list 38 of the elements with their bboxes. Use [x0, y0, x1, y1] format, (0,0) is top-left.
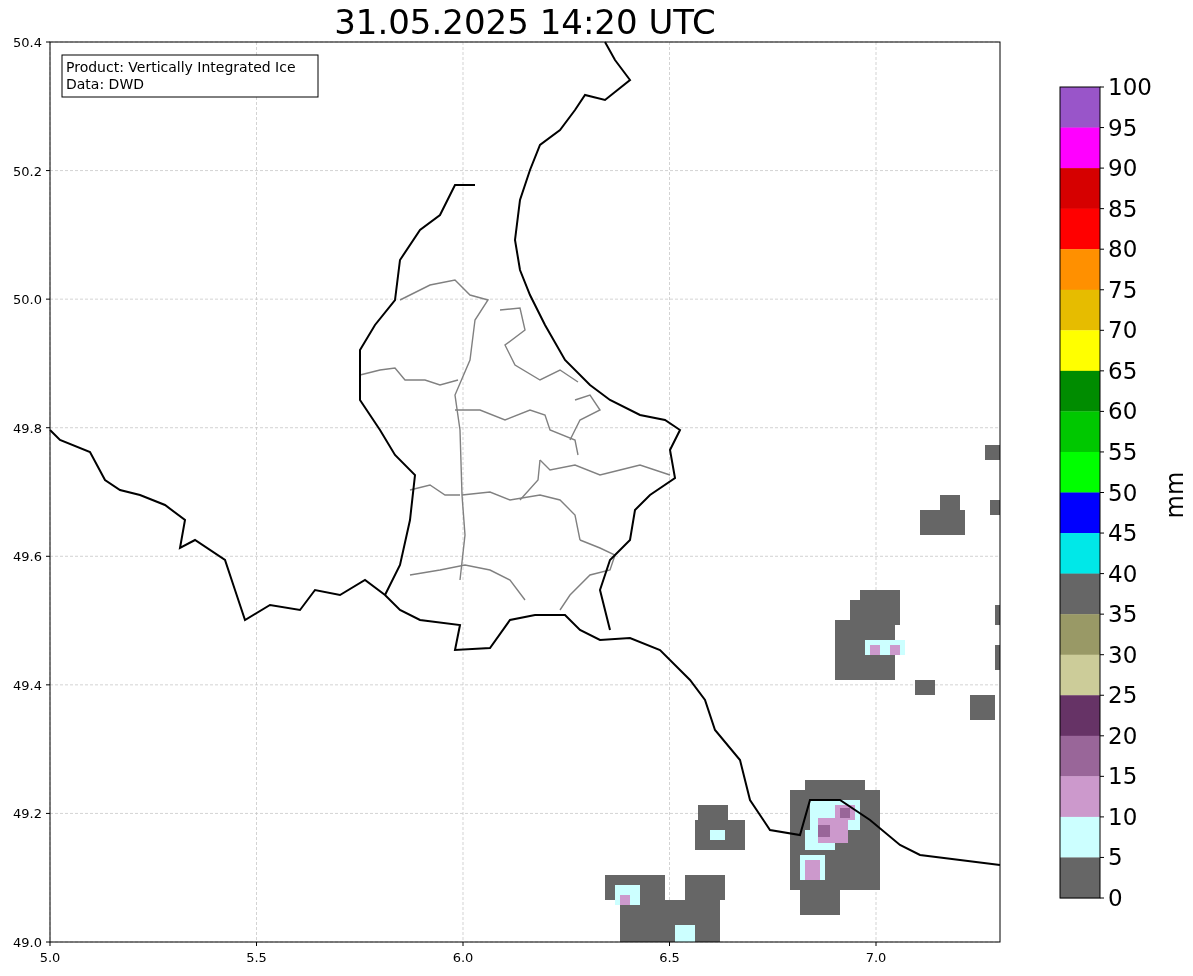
x-tick-label: 6.5	[659, 950, 680, 965]
colorbar-label: 70	[1108, 317, 1138, 344]
colorbar-label: 65	[1108, 357, 1138, 384]
y-tick-label: 50.4	[13, 35, 42, 50]
info-text: Data: DWD	[66, 76, 144, 92]
info-text: Product: Vertically Integrated Ice	[66, 59, 296, 75]
colorbar-label: 85	[1108, 195, 1138, 222]
x-tick-label: 5.5	[246, 950, 267, 965]
y-tick-label: 49.2	[13, 806, 42, 822]
colorbar-label: 80	[1108, 236, 1138, 263]
y-tick-label: 49.6	[13, 549, 42, 565]
colorbar-label: 40	[1108, 560, 1138, 587]
colorbar-label: 0	[1108, 885, 1123, 911]
x-tick-label: 7.0	[865, 950, 887, 965]
colorbar-label: 75	[1108, 276, 1138, 303]
colorbar-label: 5	[1108, 844, 1123, 871]
colorbar-label: 30	[1108, 641, 1138, 668]
colorbar-label: 50	[1108, 479, 1138, 506]
x-tick-label: 5.0	[39, 950, 61, 965]
y-tick-label: 50.0	[13, 292, 42, 308]
y-tick-label: 49.0	[13, 935, 42, 950]
colorbar-label: 15	[1108, 763, 1138, 790]
colorbar-label: 45	[1108, 520, 1138, 547]
chart-title: 31.05.2025 14:20 UTC	[334, 2, 716, 42]
x-tick-label: 6.0	[452, 950, 474, 965]
y-tick-label: 50.2	[13, 163, 42, 179]
y-tick-label: 49.8	[13, 420, 42, 436]
colorbar-label: 25	[1108, 682, 1138, 709]
y-tick-label: 49.4	[13, 677, 42, 693]
colorbar-unit: mm	[1161, 471, 1189, 519]
colorbar-label: 95	[1108, 114, 1138, 141]
colorbar-label: 100	[1108, 74, 1152, 100]
colorbar-label: 10	[1108, 803, 1138, 830]
colorbar-label: 20	[1108, 722, 1138, 749]
colorbar-label: 60	[1108, 398, 1138, 425]
colorbar-label: 35	[1108, 601, 1138, 628]
colorbar-label: 55	[1108, 438, 1138, 465]
colorbar-label: 90	[1108, 155, 1138, 182]
